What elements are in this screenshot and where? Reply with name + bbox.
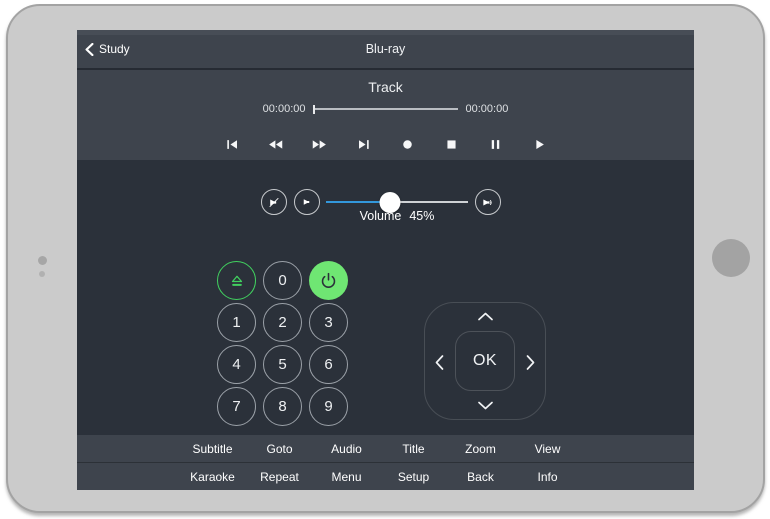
skip-back-button[interactable]	[210, 130, 254, 158]
volume-value: 45%	[409, 209, 434, 223]
function-row-2: Karaoke Repeat Menu Setup Back Info	[77, 463, 694, 490]
stop-icon	[444, 137, 459, 152]
chevron-down-icon	[477, 401, 494, 410]
keypad-0-button[interactable]: 0	[263, 261, 302, 300]
volume-up-button[interactable]	[475, 189, 501, 215]
home-button[interactable]	[712, 239, 750, 277]
transport-controls	[77, 130, 694, 158]
fn-menu-button[interactable]: Menu	[313, 463, 380, 490]
mute-icon	[267, 196, 281, 209]
fn-repeat-button[interactable]: Repeat	[246, 463, 313, 490]
dpad-up-button[interactable]	[477, 312, 494, 321]
chevron-right-icon	[526, 354, 535, 371]
chevron-up-icon	[477, 312, 494, 321]
record-icon	[400, 137, 415, 152]
fn-audio-button[interactable]: Audio	[313, 435, 380, 462]
play-icon	[532, 137, 547, 152]
fn-subtitle-button[interactable]: Subtitle	[179, 435, 246, 462]
title-bar: Study Blu-ray	[77, 30, 694, 70]
fn-zoom-button[interactable]: Zoom	[447, 435, 514, 462]
volume-readout: Volume 45%	[326, 209, 468, 223]
skip-forward-button[interactable]	[342, 130, 386, 158]
volume-low-icon	[301, 196, 313, 208]
fn-goto-button[interactable]: Goto	[246, 435, 313, 462]
elapsed-time: 00:00:00	[258, 103, 306, 115]
dpad-right-button[interactable]	[526, 354, 535, 371]
remaining-time: 00:00:00	[466, 103, 514, 115]
track-title: Track	[77, 79, 694, 95]
volume-high-icon	[481, 196, 496, 209]
play-button[interactable]	[518, 130, 562, 158]
keypad-2-button[interactable]: 2	[263, 303, 302, 342]
rewind-button[interactable]	[254, 130, 298, 158]
function-row-1-labels: Subtitle Goto Audio Title Zoom View	[179, 435, 581, 462]
keypad-5-button[interactable]: 5	[263, 345, 302, 384]
fast-forward-icon	[309, 137, 330, 152]
chevron-left-icon	[435, 354, 444, 371]
mute-button[interactable]	[261, 189, 287, 215]
ok-button[interactable]: OK	[455, 331, 515, 391]
sensor-dot	[39, 271, 45, 277]
rewind-icon	[265, 137, 286, 152]
fn-back-button[interactable]: Back	[447, 463, 514, 490]
progress-playhead[interactable]	[313, 105, 315, 114]
skip-forward-icon	[356, 137, 372, 152]
keypad-7-button[interactable]: 7	[217, 387, 256, 426]
player-panel: Track 00:00:00 00:00:00	[77, 70, 694, 160]
fn-karaoke-button[interactable]: Karaoke	[179, 463, 246, 490]
page: Study Blu-ray Track 00:00:00 00:00:00	[0, 0, 770, 519]
dpad: OK	[424, 302, 546, 420]
power-button[interactable]	[309, 261, 348, 300]
fn-info-button[interactable]: Info	[514, 463, 581, 490]
keypad-9-button[interactable]: 9	[309, 387, 348, 426]
function-row-1: Subtitle Goto Audio Title Zoom View	[77, 435, 694, 463]
progress-row: 00:00:00 00:00:00	[77, 101, 694, 117]
keypad-6-button[interactable]: 6	[309, 345, 348, 384]
skip-back-icon	[224, 137, 240, 152]
function-row-2-labels: Karaoke Repeat Menu Setup Back Info	[179, 463, 581, 490]
pause-button[interactable]	[474, 130, 518, 158]
eject-button[interactable]	[217, 261, 256, 300]
dpad-down-button[interactable]	[477, 401, 494, 410]
record-button[interactable]	[386, 130, 430, 158]
fn-setup-button[interactable]: Setup	[380, 463, 447, 490]
fn-view-button[interactable]: View	[514, 435, 581, 462]
keypad-1-button[interactable]: 1	[217, 303, 256, 342]
eject-icon	[227, 271, 247, 291]
volume-label: Volume	[360, 209, 402, 223]
camera-dot	[38, 256, 47, 265]
screen: Study Blu-ray Track 00:00:00 00:00:00	[77, 30, 694, 490]
page-title: Blu-ray	[77, 30, 694, 68]
dpad-left-button[interactable]	[435, 354, 444, 371]
keypad-4-button[interactable]: 4	[217, 345, 256, 384]
progress-bar[interactable]	[314, 108, 458, 110]
pause-icon	[488, 137, 503, 152]
fn-title-button[interactable]: Title	[380, 435, 447, 462]
keypad-8-button[interactable]: 8	[263, 387, 302, 426]
stop-button[interactable]	[430, 130, 474, 158]
power-icon	[318, 270, 339, 291]
fast-forward-button[interactable]	[298, 130, 342, 158]
volume-down-button[interactable]	[294, 189, 320, 215]
keypad-3-button[interactable]: 3	[309, 303, 348, 342]
